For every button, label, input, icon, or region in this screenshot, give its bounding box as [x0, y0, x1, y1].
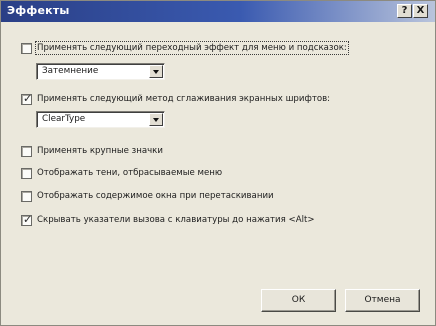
- menu-shadows-option[interactable]: Отображать тени, отбрасываемые меню: [21, 166, 222, 180]
- drag-contents-checkbox[interactable]: [21, 190, 32, 202]
- font-smoothing-select[interactable]: ClearType: [36, 111, 165, 128]
- transition-effect-select[interactable]: Затемнение: [36, 63, 165, 80]
- close-button[interactable]: X: [413, 4, 428, 18]
- cancel-button[interactable]: Отмена: [345, 289, 420, 312]
- hide-keyboard-cues-checkbox[interactable]: ✓: [21, 212, 33, 226]
- ok-button[interactable]: ОК: [261, 289, 336, 312]
- transition-effect-dropdown-button[interactable]: [149, 65, 163, 78]
- effects-dialog: Эффекты ? X Применять следующий переходн…: [0, 0, 436, 326]
- drag-contents-label: Отображать содержимое окна при перетаски…: [37, 191, 274, 201]
- transition-effect-option[interactable]: Применять следующий переходный эффект дл…: [21, 41, 349, 55]
- chevron-down-icon: [153, 118, 159, 122]
- transition-effect-label: Применять следующий переходный эффект дл…: [35, 41, 349, 55]
- help-icon: ?: [401, 5, 408, 16]
- help-button[interactable]: ?: [397, 4, 412, 18]
- large-icons-checkbox[interactable]: [21, 145, 32, 157]
- font-smoothing-dropdown-button[interactable]: [149, 113, 163, 126]
- large-icons-label: Применять крупные значки: [37, 146, 163, 156]
- hide-keyboard-cues-option[interactable]: ✓ Скрывать указатели вызова с клавиатуры…: [21, 213, 315, 227]
- hide-keyboard-cues-label: Скрывать указатели вызова с клавиатуры д…: [37, 215, 315, 225]
- menu-shadows-checkbox[interactable]: [21, 167, 32, 179]
- transition-effect-value: Затемнение: [42, 66, 99, 76]
- dialog-title: Эффекты: [7, 4, 70, 17]
- checkmark-icon: ✓: [23, 91, 33, 105]
- checkmark-icon: ✓: [23, 212, 33, 226]
- close-icon: X: [416, 5, 425, 16]
- chevron-down-icon: [153, 70, 159, 74]
- font-smoothing-checkbox[interactable]: ✓: [21, 91, 33, 105]
- title-bar[interactable]: Эффекты ? X: [1, 1, 435, 22]
- transition-effect-checkbox[interactable]: [21, 42, 32, 54]
- large-icons-option[interactable]: Применять крупные значки: [21, 144, 163, 158]
- font-smoothing-option[interactable]: ✓ Применять следующий метод сглаживания …: [21, 92, 330, 106]
- font-smoothing-label: Применять следующий метод сглаживания эк…: [37, 94, 331, 104]
- menu-shadows-label: Отображать тени, отбрасываемые меню: [37, 168, 223, 178]
- font-smoothing-value: ClearType: [42, 114, 86, 124]
- drag-contents-option[interactable]: Отображать содержимое окна при перетаски…: [21, 189, 274, 203]
